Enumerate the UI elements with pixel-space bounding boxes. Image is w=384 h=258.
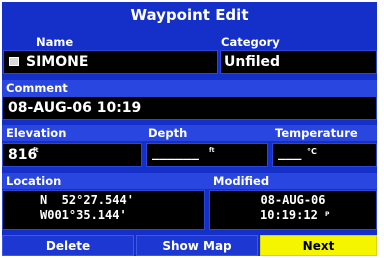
elevation-unit: ft [33,147,39,154]
elevation-field[interactable]: 816 ft [2,143,142,167]
modified-label: Modified [213,174,270,188]
modified-time: 10:19:12 [260,208,318,222]
location-longitude: W001°35.144' [40,208,127,222]
elevation-label: Elevation [6,126,67,140]
name-value: SIMONE [26,54,89,70]
position-label-band: Location Modified [2,173,377,189]
category-field[interactable]: Unfiled [220,50,377,74]
page-title: Waypoint Edit [130,6,249,24]
name-label: Name [36,35,74,49]
location-latitude: N 52°27.544' [40,193,134,207]
name-field[interactable]: SIMONE [3,50,218,74]
comment-value: 08-AUG-06 10:19 [8,100,142,116]
temperature-field[interactable]: ___ °C [272,143,377,167]
category-label: Category [221,35,280,49]
depth-field[interactable]: ______ ft [146,143,268,167]
depth-label: Depth [148,126,188,140]
depth-value: ______ [152,146,199,161]
temperature-value: ___ [278,146,302,161]
show-map-button[interactable]: Show Map [136,235,258,256]
temperature-label: Temperature [275,126,358,140]
temperature-unit: °C [307,147,317,156]
modified-date: 08-AUG-06 [260,193,326,207]
next-button[interactable]: Next [260,235,377,256]
depth-unit: ft [209,147,215,154]
delete-button[interactable]: Delete [2,235,134,256]
comment-label-band: Comment [2,80,377,96]
waypoint-symbol-icon[interactable] [9,57,19,66]
location-label: Location [6,174,62,188]
location-field[interactable]: N 52°27.544' W001°35.144' [2,190,205,230]
comment-label: Comment [6,81,68,95]
modified-time-suffix: P [325,211,330,218]
measurements-label-band: Elevation Depth Temperature [2,125,377,141]
category-value: Unfiled [224,54,281,70]
comment-field[interactable]: 08-AUG-06 10:19 [2,96,377,120]
modified-field: 08-AUG-06 10:19:12 P [209,190,377,230]
waypoint-edit-screen: Waypoint Edit Name Category SIMONE Unfil… [2,2,377,256]
